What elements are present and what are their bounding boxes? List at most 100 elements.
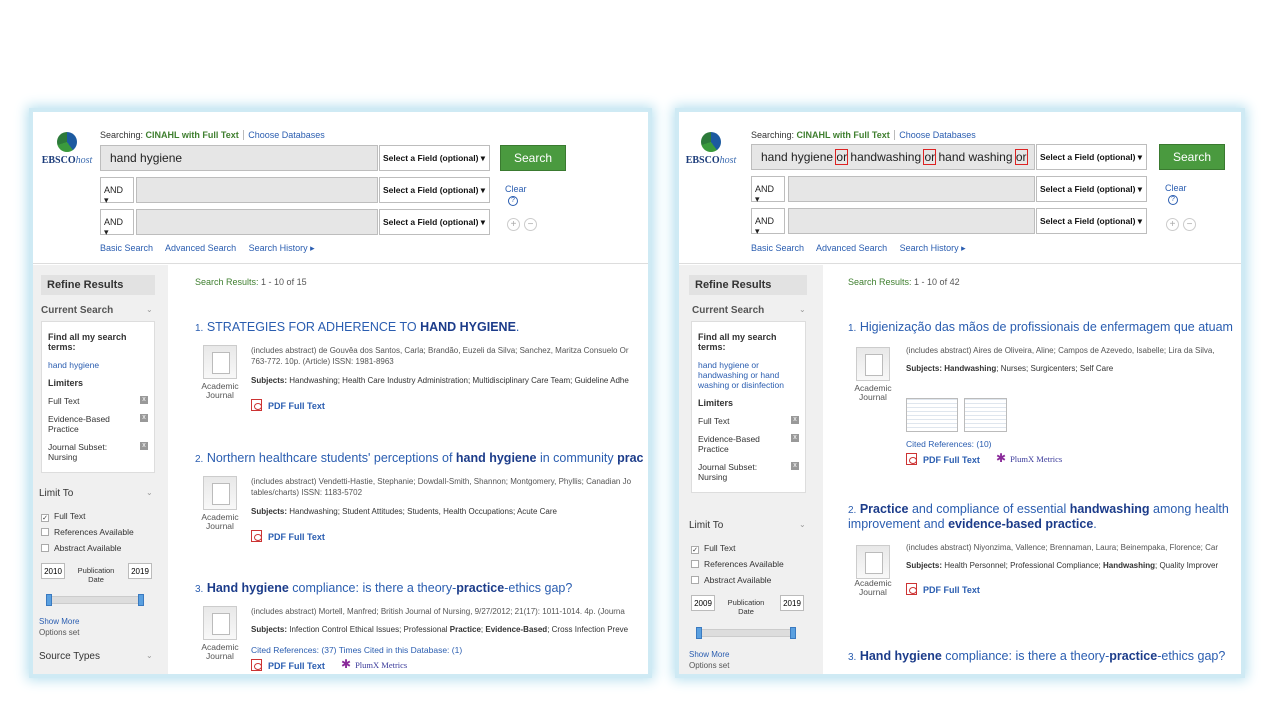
remove-limiter-icon[interactable]: x [791,462,799,470]
result-title-1[interactable]: 1. Higienização das mãos de profissionai… [848,320,1233,334]
limit-to-heading[interactable]: Limit To [689,520,723,531]
current-search-heading[interactable]: Current Search [692,305,764,316]
figure-thumbnail[interactable] [964,398,1007,432]
add-row-icon[interactable]: + [1166,218,1179,231]
current-search-box: Find all my search terms: hand hygiene o… [691,321,806,493]
pdf-full-text-link[interactable]: PDF Full Text [906,583,980,595]
figure-thumbnail[interactable] [906,398,958,432]
remove-row-icon[interactable]: − [524,218,537,231]
date-slider[interactable] [697,629,795,637]
clear-link[interactable]: Clear? [505,184,527,206]
journal-thumb-icon[interactable] [856,347,890,381]
checkbox-references-available[interactable]: References Available [691,559,784,569]
chevron-down-icon[interactable]: ⌄ [799,305,806,314]
plumx-metrics-link[interactable]: ✱ PlumX Metrics [341,657,407,672]
remove-limiter-icon[interactable]: x [791,416,799,424]
result-title-2[interactable]: 2. Northern healthcare students' percept… [195,451,643,465]
advanced-search-link[interactable]: Advanced Search [165,243,236,253]
add-row-icon[interactable]: + [507,218,520,231]
journal-thumb-icon[interactable] [203,476,237,510]
field-select-2[interactable]: Select a Field (optional) ▾ [1036,176,1147,202]
chevron-down-icon[interactable]: ⌄ [799,520,806,529]
basic-search-link[interactable]: Basic Search [100,243,153,253]
search-input-1[interactable]: hand hygiene or handwashing or hand wash… [751,144,1035,170]
show-more-link[interactable]: Show More [39,617,79,626]
slider-handle-right[interactable] [790,627,796,639]
publication-type: Academic Journal [201,642,239,661]
pub-year-from[interactable]: 2009 [691,595,715,611]
remove-limiter-icon[interactable]: x [140,414,148,422]
bool-operator-2[interactable]: AND ▾ [751,176,785,204]
cited-references-link[interactable]: Cited References: (10) [906,439,992,449]
current-search-term[interactable]: hand hygiene [48,360,148,370]
help-icon[interactable]: ? [508,196,518,206]
current-search-heading[interactable]: Current Search [41,305,113,316]
current-search-term[interactable]: hand hygiene or handwashing or hand wash… [698,360,799,390]
search-button[interactable]: Search [500,145,566,171]
result-title-1[interactable]: 1. STRATEGIES FOR ADHERENCE TO HAND HYGI… [195,320,519,334]
help-icon[interactable]: ? [1168,195,1178,205]
remove-limiter-icon[interactable]: x [791,434,799,442]
search-input-3[interactable] [788,208,1035,234]
plumx-metrics-link[interactable]: ✱ PlumX Metrics [996,451,1062,466]
result-title-2[interactable]: 2. Practice and compliance of essential … [848,502,1229,516]
search-input-1[interactable]: hand hygiene [100,145,378,171]
chevron-down-icon[interactable]: ⌄ [146,651,153,660]
field-select-3[interactable]: Select a Field (optional) ▾ [1036,208,1147,234]
checkbox-references-available[interactable]: References Available [41,527,134,537]
pub-year-to[interactable]: 2019 [780,595,804,611]
result-title-3[interactable]: 3. Hand hygiene compliance: is there a t… [848,649,1225,663]
limit-to-heading[interactable]: Limit To [39,488,73,499]
bool-operator-3[interactable]: AND ▾ [100,209,134,237]
limiter-full-text: Full Text x [698,416,799,426]
pdf-full-text-link[interactable]: PDF Full Text [906,453,980,465]
publication-type: Academic Journal [854,383,892,402]
search-button[interactable]: Search [1159,144,1225,170]
remove-limiter-icon[interactable]: x [140,442,148,450]
ebsco-logo[interactable]: EBSCOhost [681,132,741,166]
show-more-link[interactable]: Show More [689,650,729,659]
checkbox-abstract-available[interactable]: Abstract Available [41,543,121,553]
pub-year-from[interactable]: 2010 [41,563,65,579]
bool-operator-3[interactable]: AND ▾ [751,208,785,236]
search-input-3[interactable] [136,209,378,235]
search-history-link[interactable]: Search History ▸ [249,243,315,253]
pdf-full-text-link[interactable]: PDF Full Text [251,399,325,411]
journal-thumb-icon[interactable] [203,606,237,640]
checkbox-full-text[interactable]: ✓ Full Text [41,511,86,522]
remove-limiter-icon[interactable]: x [140,396,148,404]
journal-thumb-icon[interactable] [203,345,237,379]
field-select-2[interactable]: Select a Field (optional) ▾ [379,177,490,203]
search-input-2[interactable] [136,177,378,203]
field-select-3[interactable]: Select a Field (optional) ▾ [379,209,490,235]
checkbox-full-text[interactable]: ✓ Full Text [691,543,736,554]
chevron-down-icon[interactable]: ⌄ [146,305,153,314]
field-select-1[interactable]: Select a Field (optional) ▾ [1036,144,1147,170]
slider-handle-right[interactable] [138,594,144,606]
choose-databases-link[interactable]: Choose Databases [894,130,976,140]
checkbox-abstract-available[interactable]: Abstract Available [691,575,771,585]
basic-search-link[interactable]: Basic Search [751,243,804,253]
pdf-full-text-link[interactable]: PDF Full Text [251,530,325,542]
result-title-3[interactable]: 3. Hand hygiene compliance: is there a t… [195,581,572,595]
clear-link[interactable]: Clear? [1165,183,1187,205]
search-history-link[interactable]: Search History ▸ [900,243,966,253]
source-types-heading[interactable]: Source Types [39,651,100,662]
slider-handle-left[interactable] [46,594,52,606]
remove-row-icon[interactable]: − [1183,218,1196,231]
pub-year-to[interactable]: 2019 [128,563,152,579]
date-slider[interactable] [47,596,143,604]
search-input-2[interactable] [788,176,1035,202]
result-title-2-line2[interactable]: improvement and evidence-based practice. [848,517,1097,531]
advanced-search-link[interactable]: Advanced Search [816,243,887,253]
ebsco-logo[interactable]: EBSCOhost [37,132,97,166]
cited-references-link[interactable]: Cited References: (37) Times Cited in th… [251,645,462,655]
journal-thumb-icon[interactable] [856,545,890,579]
chevron-down-icon[interactable]: ⌄ [146,488,153,497]
bool-operator-2[interactable]: AND ▾ [100,177,134,205]
refine-results-heading: Refine Results [41,275,155,295]
field-select-1[interactable]: Select a Field (optional) ▾ [379,145,490,171]
choose-databases-link[interactable]: Choose Databases [243,130,325,140]
slider-handle-left[interactable] [696,627,702,639]
pdf-full-text-link[interactable]: PDF Full Text [251,659,325,671]
